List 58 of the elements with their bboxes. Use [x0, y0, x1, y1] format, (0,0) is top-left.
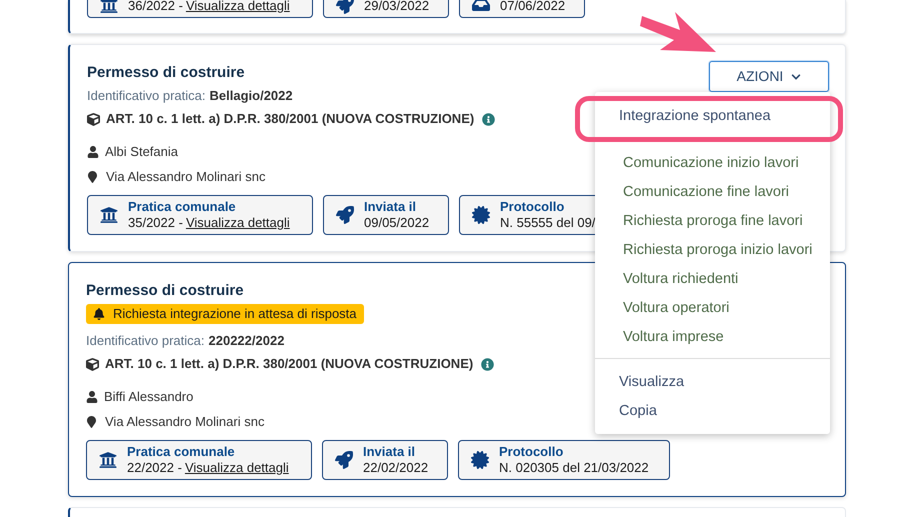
- id-label: Identificativo pratica:: [86, 332, 205, 350]
- caret-icon: [791, 72, 802, 82]
- chip-value: N. 55555 del 09/: [500, 215, 596, 231]
- category-text: ART. 10 c. 1 lett. a) D.P.R. 380/2001 (NUOVA COSTRUZIONE): [105, 355, 474, 373]
- chip-title: Inviata il: [363, 444, 416, 460]
- menu-item[interactable]: Voltura richiedenti: [595, 265, 830, 294]
- chip-value: 07/06/2022: [500, 0, 566, 14]
- details-link[interactable]: Visualizza dettagli: [186, 215, 290, 231]
- menu-item[interactable]: Visualizza: [595, 368, 830, 397]
- cube-icon: [87, 112, 100, 126]
- bank-icon: [100, 206, 118, 224]
- details-link[interactable]: Visualizza dettagli: [184, 460, 289, 476]
- card-title: Permesso di costruire: [87, 63, 245, 83]
- menu-item[interactable]: Richiesta proroga inizio lavori: [595, 236, 830, 265]
- menu-item[interactable]: Richiesta proroga fine lavori: [595, 207, 830, 236]
- chip-title: Inviata il: [364, 199, 418, 215]
- category-text: ART. 10 c. 1 lett. a) D.P.R. 380/2001 (NUOVA COSTRUZIONE): [106, 110, 474, 128]
- menu-item[interactable]: Integrazione spontanea: [595, 102, 830, 131]
- rocket-icon: [336, 206, 354, 224]
- applicant-name: Albi Stefania: [105, 143, 178, 161]
- menu-item[interactable]: Copia: [595, 397, 830, 426]
- menu-item[interactable]: Voltura operatori: [595, 294, 830, 323]
- id-value: Bellagio/2022: [210, 87, 293, 105]
- person-icon: [86, 391, 98, 403]
- chip-value: 09/05/2022: [364, 215, 430, 231]
- menu-item[interactable]: Comunicazione fine lavori: [595, 178, 830, 207]
- bell-icon: [93, 308, 105, 320]
- person-icon: [87, 146, 99, 158]
- actions-button[interactable]: AZIONI: [709, 61, 829, 92]
- chip-title: Pratica comunale: [128, 199, 237, 215]
- seal-icon: [471, 451, 489, 469]
- chip-value: 36/2022 -: [128, 0, 183, 14]
- details-link[interactable]: Visualizza dettagli: [186, 0, 290, 14]
- id-label: Identificativo pratica:: [87, 87, 206, 105]
- map-pin-icon: [87, 171, 98, 183]
- bank-icon: [99, 451, 117, 469]
- chip-value: 22/2022 -: [127, 460, 182, 476]
- map-pin-icon: [86, 416, 97, 428]
- info-icon[interactable]: [482, 112, 496, 126]
- cube-icon: [86, 358, 99, 370]
- chip-value: 29/03/2022: [364, 0, 430, 14]
- menu-item[interactable]: Voltura imprese: [595, 323, 830, 352]
- card-title: Permesso di costruire: [86, 281, 244, 301]
- status-badge: Richiesta integrazione in attesa di risposta: [86, 304, 364, 324]
- id-value: 220222/2022: [208, 332, 284, 350]
- info-icon[interactable]: [481, 358, 494, 370]
- rocket-icon: [335, 451, 353, 469]
- address-text: Via Alessandro Molinari snc: [106, 168, 266, 186]
- chip-value: 35/2022 -: [128, 215, 183, 231]
- address-text: Via Alessandro Molinari snc: [105, 413, 264, 431]
- chip-title: Pratica comunale: [127, 444, 236, 460]
- chip-title: Protocollo: [499, 444, 564, 460]
- chip-value: N. 020305 del 21/03/2022: [499, 460, 649, 476]
- chip-title: Protocollo: [500, 199, 566, 215]
- applicant-name: Biffi Alessandro: [104, 388, 194, 406]
- seal-icon: [472, 206, 490, 224]
- chip-value: 22/02/2022: [363, 460, 428, 476]
- menu-item[interactable]: Comunicazione inizio lavori: [595, 149, 830, 178]
